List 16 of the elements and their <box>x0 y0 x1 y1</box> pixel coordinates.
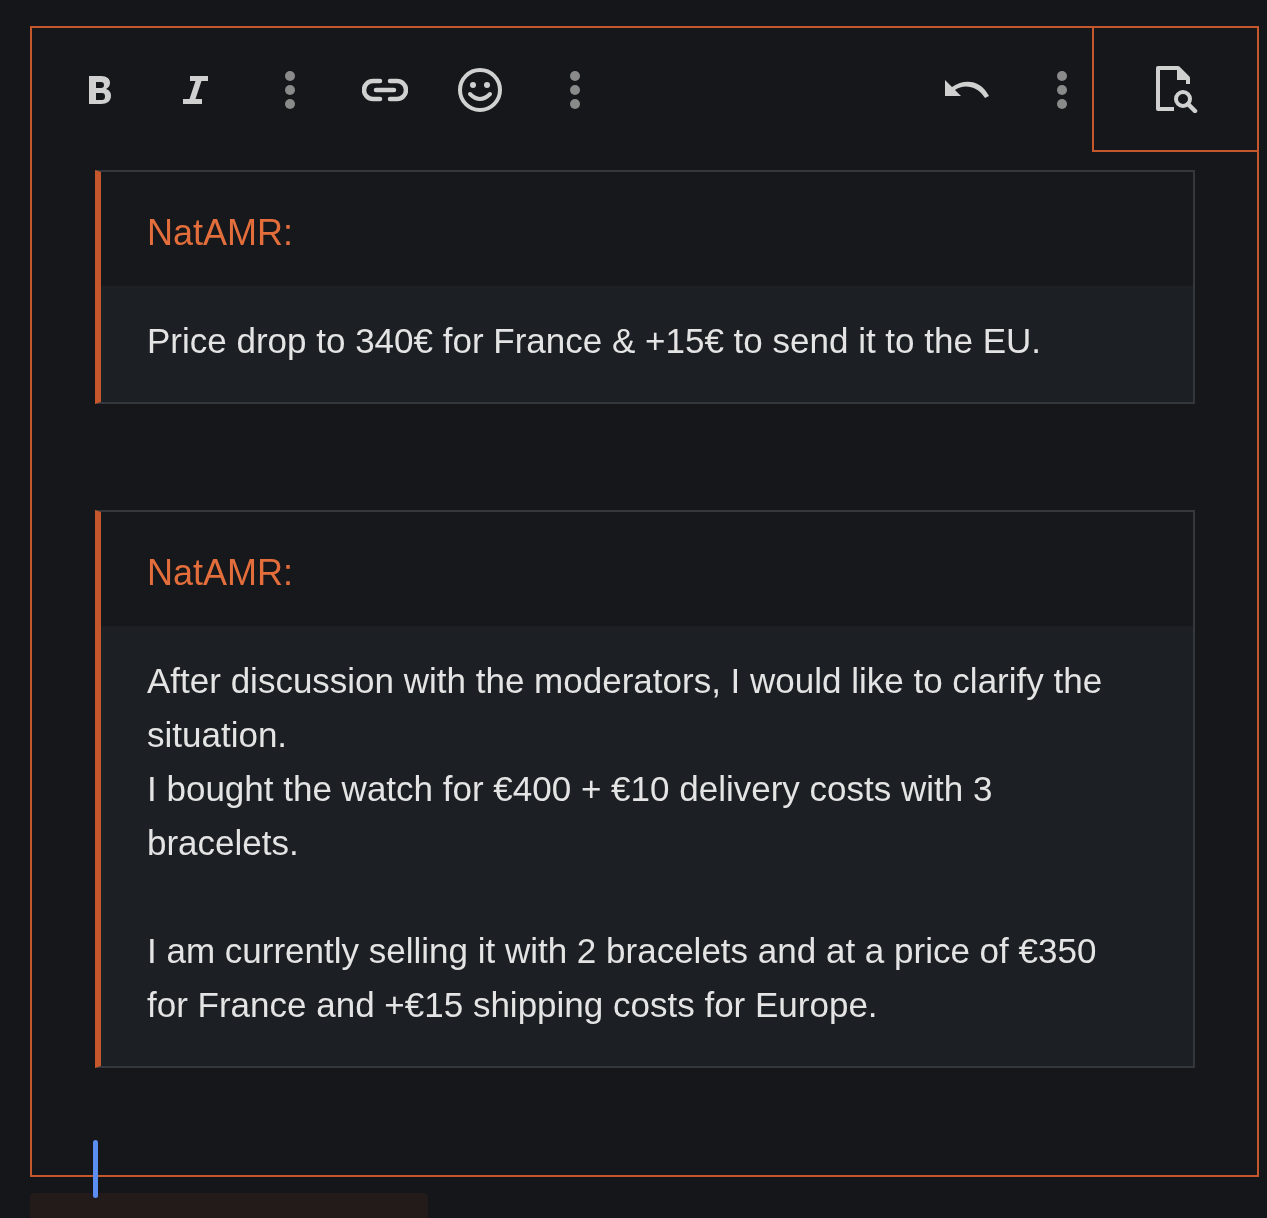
preview-button[interactable] <box>1092 28 1257 152</box>
more-icon <box>1056 71 1068 109</box>
text-cursor <box>93 1140 98 1198</box>
more-icon <box>284 71 296 109</box>
quote-text: Price drop to 340€ for France & +15€ to send it to the EU. <box>147 320 1042 362</box>
editor-field[interactable] <box>30 26 1259 1177</box>
bold-icon <box>86 74 114 106</box>
smiley-icon <box>457 67 503 113</box>
quote-text: I am currently selling it with 2 bracelets and at a price of €350 for France and +€15 shipping costs for Europe. <box>147 930 1098 1026</box>
quote-author: NatAMR: <box>147 212 294 253</box>
link-icon <box>362 77 408 103</box>
italic-icon <box>180 74 210 106</box>
quote-text: After discussion with the moderators, I would like to clarify the situation. I bought the watch for €400 + €10 delivery costs with 3 bracelets. <box>147 660 1104 864</box>
more-icon <box>569 71 581 109</box>
quote-author: NatAMR: <box>147 552 294 593</box>
document-search-icon <box>1153 65 1198 113</box>
